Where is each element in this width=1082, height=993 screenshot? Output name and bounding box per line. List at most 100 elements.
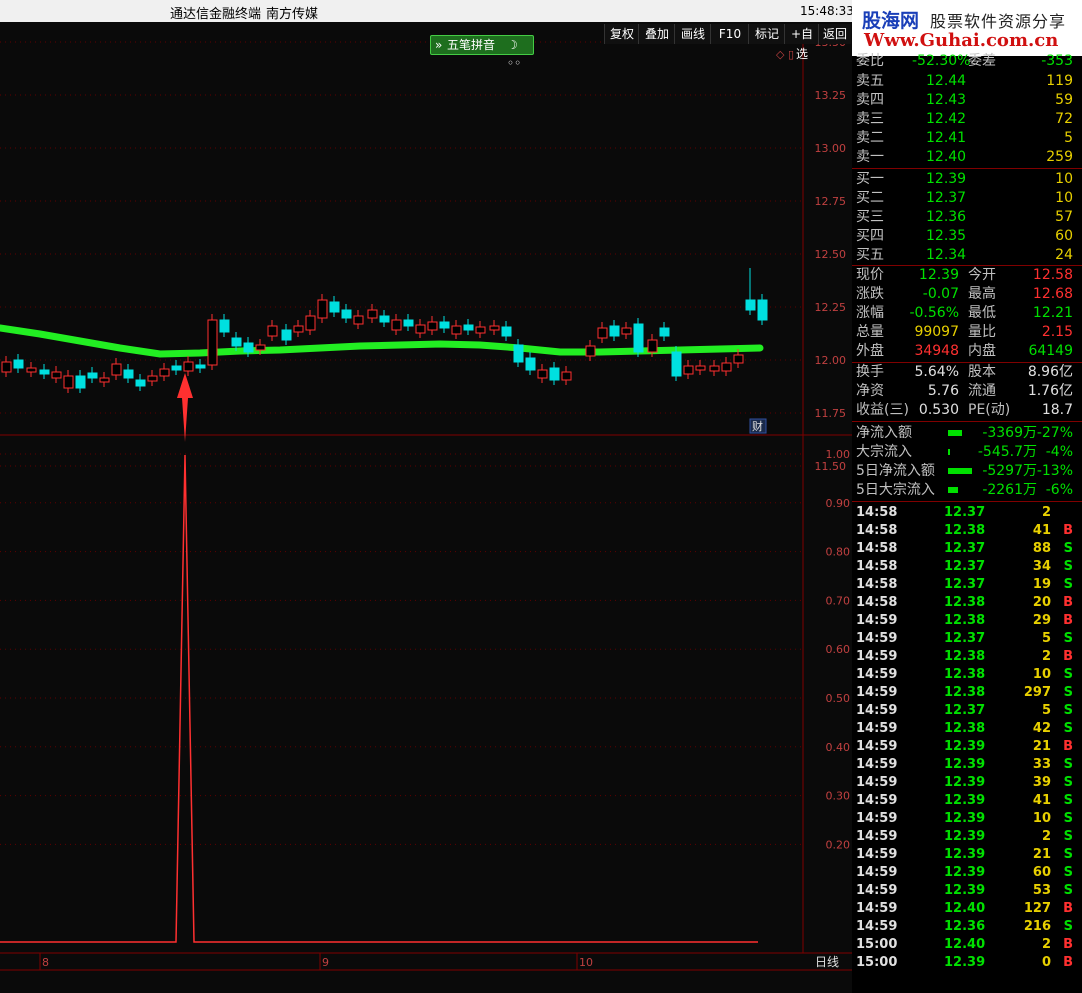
tick-volume: 88 <box>1032 541 1051 556</box>
tick-price: 12.39 <box>944 865 986 880</box>
candle-body <box>26 367 37 373</box>
tick-price: 12.40 <box>944 901 986 916</box>
tick-side: S <box>1063 631 1073 646</box>
stat-label: 涨跌 <box>856 286 884 302</box>
fund-value: 0.530 <box>918 402 959 418</box>
tick-side: S <box>1063 541 1073 556</box>
fund-row: 收益(三) 0.530 PE(动) 18.7 <box>852 401 1077 420</box>
sub-tick-label: 0.50 <box>826 692 851 705</box>
tick-volume: 2 <box>1041 649 1051 664</box>
candle-body <box>585 345 596 357</box>
candle-body <box>353 315 364 325</box>
flow-pct: -27% <box>1036 425 1073 441</box>
candle-body <box>501 326 512 337</box>
sub-tick-label: 0.60 <box>826 643 851 656</box>
tick-side: S <box>1063 847 1073 862</box>
tick-side: S <box>1063 685 1073 700</box>
sell-level-label: 卖五 <box>856 73 884 89</box>
flow-row: 5日净流入额 -5297万 -13% <box>852 462 1077 481</box>
tick-time: 14:58 <box>856 577 898 592</box>
tick-row: 14:58 12.37 2 <box>852 504 1077 522</box>
fund-label: 净资 <box>856 383 884 399</box>
tick-time: 14:59 <box>856 865 898 880</box>
tick-row: 14:59 12.39 21 S <box>852 846 1077 864</box>
toolbar-button-2[interactable]: 画线 <box>674 24 711 44</box>
order-ratio-row: 委比 -52.30% 委差 -353 <box>852 52 1077 71</box>
price-tick-label: 12.25 <box>815 301 847 314</box>
moon-icon: ☽ ◦◦ <box>507 38 522 70</box>
price-tick-label: 12.75 <box>815 195 847 208</box>
flow-row: 大宗流入 -545.7万 -4% <box>852 443 1077 462</box>
tick-volume: 33 <box>1032 757 1051 772</box>
candle-body <box>329 301 340 313</box>
tick-volume: 10 <box>1032 667 1051 682</box>
tick-row: 14:58 12.38 41 B <box>852 522 1077 540</box>
flow-value: -2261万 <box>982 482 1037 498</box>
candle-body <box>671 351 682 377</box>
tick-time: 14:59 <box>856 739 898 754</box>
tick-side: B <box>1063 739 1073 754</box>
tick-volume: 5 <box>1041 631 1051 646</box>
tick-time: 14:59 <box>856 883 898 898</box>
buy-price: 12.35 <box>926 228 967 244</box>
tick-price: 12.37 <box>944 577 986 592</box>
buy-level-label: 买三 <box>856 209 884 225</box>
stat-value: 12.58 <box>1032 267 1073 283</box>
sell-row: 卖五 12.44 119 <box>852 72 1077 91</box>
sell-row: 卖二 12.41 5 <box>852 129 1077 148</box>
candle-body <box>475 326 486 334</box>
toolbar-button-6[interactable]: 返回 <box>818 24 851 44</box>
tick-time: 14:59 <box>856 811 898 826</box>
candle-body <box>305 315 316 331</box>
flow-bar <box>948 487 958 493</box>
candle-body <box>415 324 426 334</box>
sub-tick-label: 0.70 <box>826 594 851 607</box>
tick-row: 14:59 12.39 41 S <box>852 792 1077 810</box>
flow-row: 5日大宗流入 -2261万 -6% <box>852 481 1077 500</box>
toolbar-button-4[interactable]: 标记 <box>748 24 785 44</box>
tick-side: B <box>1063 937 1073 952</box>
fund-label: 换手 <box>856 364 884 380</box>
tick-volume: 19 <box>1032 577 1051 592</box>
candle-body <box>561 371 572 381</box>
tick-time: 14:59 <box>856 793 898 808</box>
tick-row: 15:00 12.39 0 B <box>852 954 1077 972</box>
buy-level-label: 买四 <box>856 228 884 244</box>
buy-price: 12.37 <box>926 190 967 206</box>
toolbar-button-0[interactable]: 复权 <box>604 24 639 44</box>
tick-row: 14:59 12.38 2 B <box>852 648 1077 666</box>
flow-label: 5日净流入额 <box>856 463 935 479</box>
candle-body <box>489 325 500 331</box>
tick-side: S <box>1063 829 1073 844</box>
candle-body <box>159 368 170 377</box>
toolbar-button-3[interactable]: F10 <box>710 24 749 44</box>
tick-row: 14:59 12.39 39 S <box>852 774 1077 792</box>
candle-body <box>709 365 720 372</box>
flow-label: 净流入额 <box>856 425 912 441</box>
sell-volume: 259 <box>1046 149 1073 165</box>
flow-label: 5日大宗流入 <box>856 482 935 498</box>
tick-price: 12.40 <box>944 937 986 952</box>
tick-price: 12.37 <box>944 631 986 646</box>
price-tick-label: 13.00 <box>815 142 847 155</box>
tick-time: 14:59 <box>856 685 898 700</box>
candle-body <box>341 309 352 319</box>
buy-row: 买五 12.34 24 <box>852 246 1077 265</box>
tick-row: 14:59 12.38 297 S <box>852 684 1077 702</box>
candle-body <box>451 325 462 335</box>
sub-tick-label: 0.30 <box>826 790 851 803</box>
candle-body <box>695 365 706 371</box>
toolbar-button-1[interactable]: 叠加 <box>638 24 675 44</box>
tick-time: 15:00 <box>856 937 898 952</box>
indicator-tag[interactable]: » 五笔拼音 ☽ ◦◦ <box>430 35 534 70</box>
sub-tick-label: 0.20 <box>826 838 851 851</box>
tick-time: 14:59 <box>856 631 898 646</box>
stat-value: 12.39 <box>918 267 959 283</box>
tick-side: S <box>1063 559 1073 574</box>
tick-row: 14:59 12.37 5 S <box>852 630 1077 648</box>
toolbar-button-5[interactable]: +自选 <box>784 24 819 61</box>
price-tick-label: 11.75 <box>815 407 847 420</box>
kline-chart[interactable]: 14.5014.2514.0013.7513.5013.2513.0012.75… <box>0 0 852 993</box>
tick-side: S <box>1063 883 1073 898</box>
flow-pct: -13% <box>1036 463 1073 479</box>
